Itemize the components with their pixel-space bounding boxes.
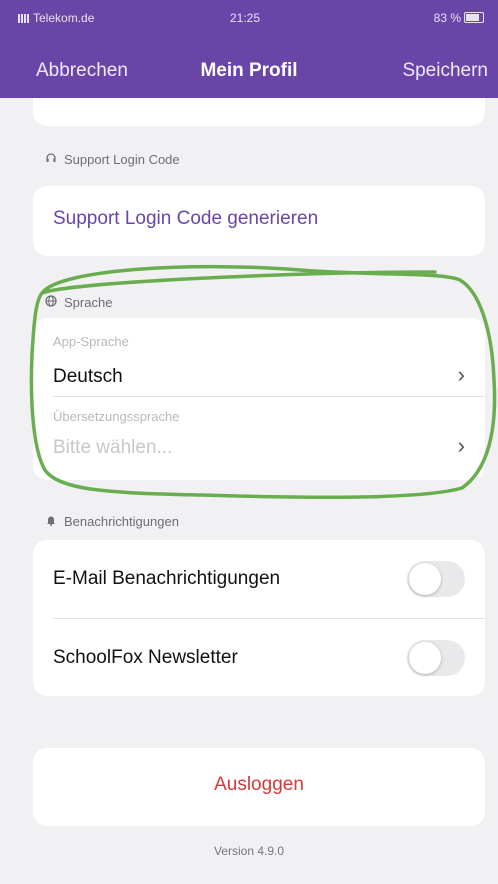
language-section-label: Sprache — [44, 295, 112, 310]
signal-icon — [18, 14, 30, 23]
support-section-label: Support Login Code — [44, 152, 180, 167]
battery-status: 83 % — [434, 11, 484, 25]
logout-card: Ausloggen — [33, 748, 485, 826]
newsletter-row: SchoolFox Newsletter — [33, 619, 485, 696]
support-section-text: Support Login Code — [64, 152, 180, 167]
generate-support-code-button[interactable]: Support Login Code generieren — [53, 208, 318, 230]
globe-icon — [44, 295, 58, 310]
battery-icon — [464, 12, 484, 23]
carrier: Telekom.de — [18, 11, 94, 25]
app-language-row[interactable]: App-Sprache Deutsch › — [33, 318, 485, 396]
status-time: 21:25 — [230, 11, 261, 25]
bell-icon — [44, 514, 58, 529]
newsletter-toggle[interactable] — [407, 640, 465, 676]
language-section-text: Sprache — [64, 295, 113, 310]
headset-icon — [44, 152, 58, 167]
carrier-label: Telekom.de — [33, 11, 95, 25]
navigation-bar: Abbrechen Mein Profil Speichern — [0, 56, 498, 86]
status-bar: Telekom.de 21:25 83 % — [0, 0, 498, 30]
newsletter-label: SchoolFox Newsletter — [53, 647, 238, 668]
translation-language-label: Übersetzungssprache — [53, 409, 180, 424]
logout-button[interactable]: Ausloggen — [33, 774, 485, 796]
notifications-section-label: Benachrichtigungen — [44, 514, 179, 529]
version-text: Version 4.9.0 — [213, 844, 285, 858]
support-card: Support Login Code generieren — [33, 186, 485, 256]
email-notifications-toggle[interactable] — [407, 561, 465, 597]
battery-percent: 83 % — [433, 11, 461, 25]
language-card: App-Sprache Deutsch › Übersetzungssprach… — [33, 318, 485, 480]
email-notifications-label: E-Mail Benachrichtigungen — [53, 568, 281, 589]
save-button[interactable]: Speichern — [402, 60, 488, 82]
toggle-knob — [409, 642, 441, 674]
notifications-section-text: Benachrichtigungen — [64, 514, 179, 529]
notifications-card: E-Mail Benachrichtigungen SchoolFox News… — [33, 540, 485, 696]
chevron-right-icon: › — [457, 362, 465, 387]
email-notifications-row: E-Mail Benachrichtigungen — [33, 540, 485, 618]
top-bar: Telekom.de 21:25 83 % Abbrechen Mein Pro… — [0, 0, 498, 98]
translation-language-row[interactable]: Übersetzungssprache Bitte wählen... › — [33, 397, 485, 480]
toggle-knob — [409, 563, 441, 595]
app-language-label: App-Sprache — [53, 334, 129, 349]
chevron-right-icon: › — [457, 433, 465, 458]
previous-card — [33, 98, 485, 126]
translation-language-placeholder: Bitte wählen... — [53, 437, 173, 458]
app-language-value: Deutsch — [53, 366, 123, 387]
